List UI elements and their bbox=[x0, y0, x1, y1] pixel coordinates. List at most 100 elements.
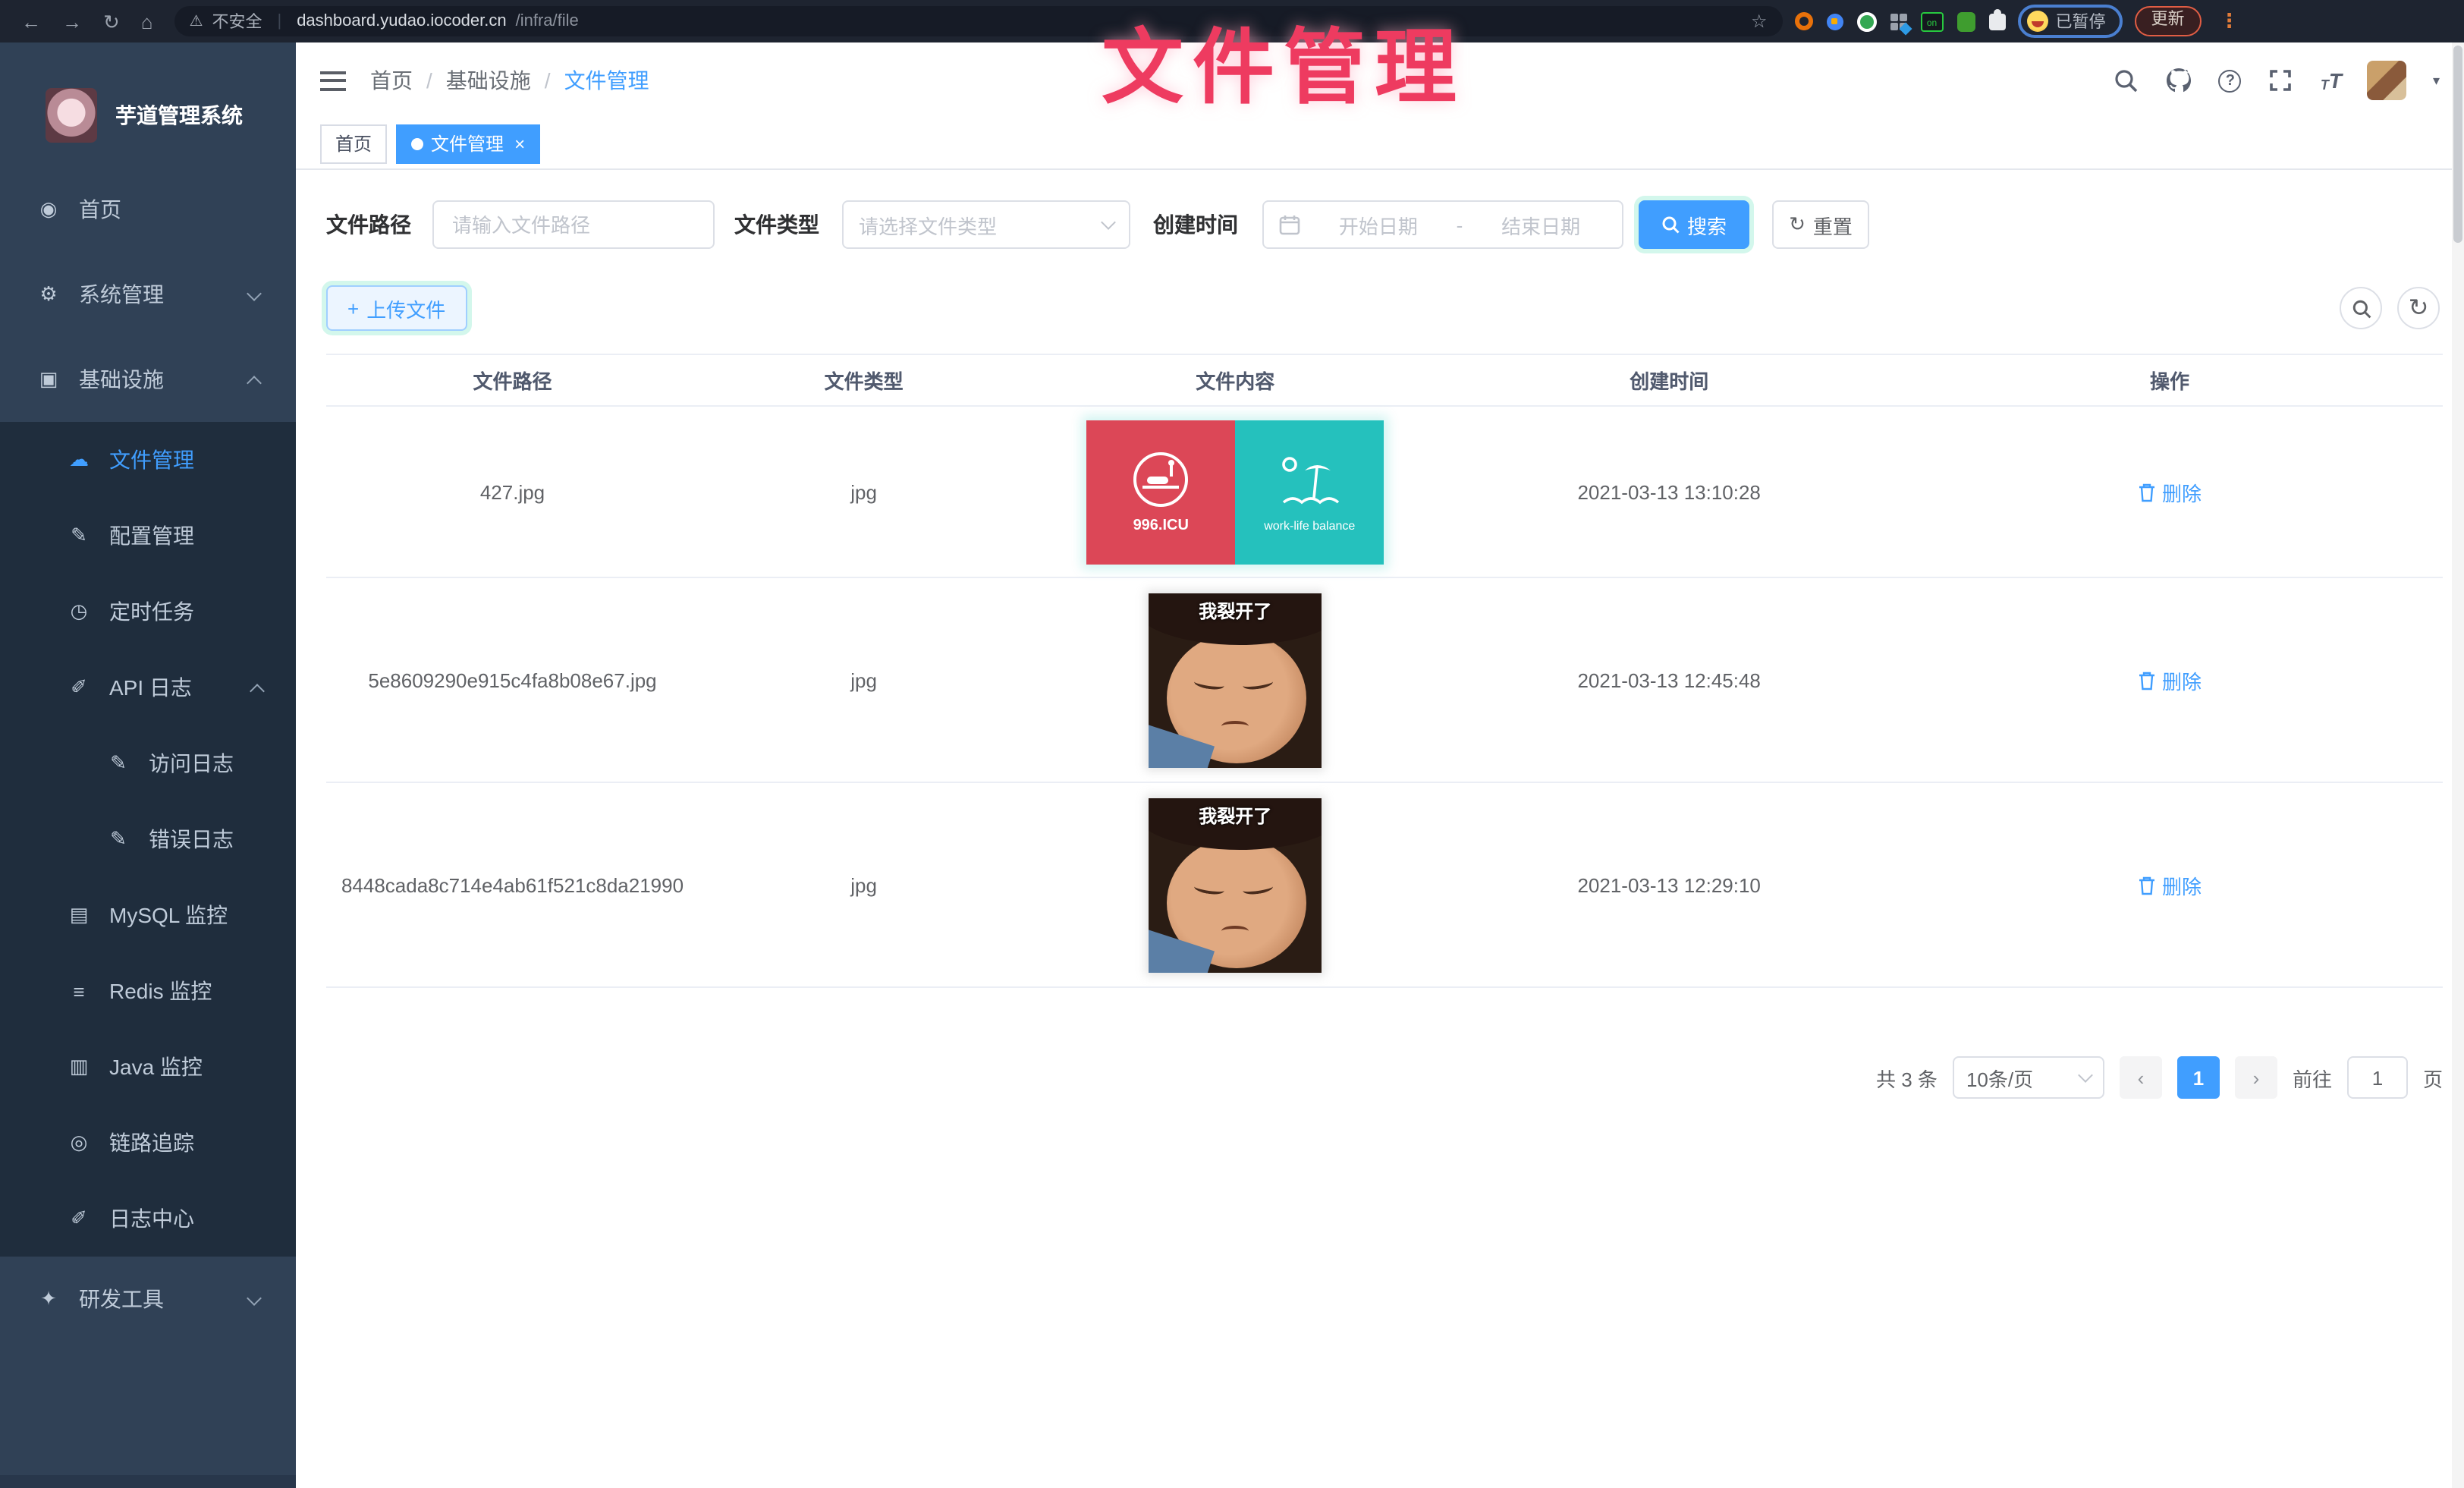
file-preview-image[interactable]: 我裂开了 bbox=[1149, 797, 1322, 972]
next-page-button[interactable]: › bbox=[2235, 1056, 2277, 1099]
user-menu-caret-icon[interactable]: ▾ bbox=[2433, 72, 2440, 89]
pagination: 共 3 条 10条/页 ‹ 1 › 前往 页 bbox=[326, 1056, 2443, 1099]
tag-home[interactable]: 首页 bbox=[320, 124, 387, 163]
page-size-value: 10条/页 bbox=[1966, 1063, 2033, 1092]
extension-on-icon[interactable]: on bbox=[1921, 11, 1944, 31]
home-icon[interactable]: ⌂ bbox=[141, 11, 153, 31]
sidebar-item-java-monitor[interactable]: ▥ Java 监控 bbox=[0, 1029, 296, 1105]
log-document-icon: ✎ bbox=[106, 827, 130, 851]
forward-icon[interactable]: → bbox=[62, 11, 82, 31]
file-path-cell: 427.jpg bbox=[326, 480, 699, 503]
file-type-cell: jpg bbox=[699, 668, 1029, 691]
goto-label: 前往 bbox=[2293, 1063, 2332, 1092]
goto-page-input[interactable] bbox=[2347, 1056, 2408, 1099]
extension-icon[interactable] bbox=[1957, 11, 1975, 31]
banner-right-caption: work-life balance bbox=[1264, 518, 1355, 532]
sidebar-item-system-management[interactable]: ⚙ 系统管理 bbox=[0, 252, 296, 337]
log-document-icon: ✎ bbox=[106, 751, 130, 775]
delete-button[interactable]: 删除 bbox=[2138, 477, 2202, 506]
date-range-picker[interactable]: 开始日期 - 结束日期 bbox=[1262, 200, 1623, 249]
refresh-icon: ↻ bbox=[2409, 293, 2429, 323]
prev-page-button[interactable]: ‹ bbox=[2120, 1056, 2162, 1099]
browser-menu-icon[interactable]: ⋮ bbox=[2214, 9, 2246, 33]
extension-icon[interactable] bbox=[1795, 12, 1813, 30]
delete-button[interactable]: 删除 bbox=[2138, 870, 2202, 899]
file-preview-image[interactable]: 我裂开了 bbox=[1149, 593, 1322, 767]
sidebar-item-api-logs[interactable]: ✐ API 日志 bbox=[0, 650, 296, 725]
banner-996-panel: 996.ICU bbox=[1086, 420, 1235, 564]
user-avatar[interactable] bbox=[2368, 61, 2407, 100]
end-date-placeholder[interactable]: 结束日期 bbox=[1475, 210, 1607, 239]
file-type-select[interactable]: 请选择文件类型 bbox=[842, 200, 1130, 249]
sidebar-item-file-management[interactable]: ☁ 文件管理 bbox=[0, 422, 296, 498]
toolbox-icon: ✦ bbox=[36, 1287, 61, 1311]
close-icon[interactable]: × bbox=[514, 133, 525, 154]
table-row: 8448cada8c714e4ab61f521c8da21990 jpg 我裂开… bbox=[326, 783, 2443, 988]
search-icon bbox=[1661, 215, 1680, 234]
sidebar-item-config-management[interactable]: ✎ 配置管理 bbox=[0, 498, 296, 574]
search-button-label: 搜索 bbox=[1687, 210, 1727, 239]
address-bar[interactable]: ⚠ 不安全 | dashboard.yudao.iocoder.cn/infra… bbox=[174, 6, 1783, 36]
browser-update-button[interactable]: 更新 bbox=[2135, 7, 2202, 36]
back-icon[interactable]: ← bbox=[21, 11, 41, 31]
sidebar-item-scheduled-jobs[interactable]: ◷ 定时任务 bbox=[0, 574, 296, 650]
file-path-input[interactable] bbox=[452, 213, 695, 236]
breadcrumb-infrastructure[interactable]: 基础设施 bbox=[446, 65, 531, 96]
search-button[interactable]: 搜索 bbox=[1639, 200, 1749, 249]
table-tools: ↻ bbox=[2340, 287, 2440, 329]
extension-icon[interactable] bbox=[1890, 13, 1907, 30]
page-size-select[interactable]: 10条/页 bbox=[1953, 1056, 2104, 1099]
scrollbar-thumb[interactable] bbox=[2453, 46, 2462, 243]
breadcrumb-home[interactable]: 首页 bbox=[370, 65, 413, 96]
tag-file-management[interactable]: 文件管理 × bbox=[396, 124, 540, 163]
tag-label: 首页 bbox=[335, 131, 372, 156]
reload-icon[interactable]: ↻ bbox=[103, 11, 120, 31]
toggle-search-button[interactable] bbox=[2340, 287, 2382, 329]
table-row: 427.jpg jpg bbox=[326, 407, 2443, 578]
gear-icon: ⚙ bbox=[36, 282, 61, 307]
sidebar-item-home[interactable]: ◉ 首页 bbox=[0, 167, 296, 252]
created-time-cell: 2021-03-13 12:45:48 bbox=[1441, 668, 1897, 691]
sidebar-item-redis-monitor[interactable]: ≡ Redis 监控 bbox=[0, 953, 296, 1029]
font-size-icon[interactable]: TT bbox=[2321, 68, 2342, 93]
refresh-table-button[interactable]: ↻ bbox=[2397, 287, 2440, 329]
reset-button[interactable]: ↻ 重置 bbox=[1772, 200, 1869, 249]
window-scrollbar[interactable] bbox=[2452, 42, 2464, 1488]
sidebar-item-log-center[interactable]: ✐ 日志中心 bbox=[0, 1181, 296, 1257]
extension-icon[interactable] bbox=[1857, 11, 1877, 31]
extension-icon[interactable] bbox=[1827, 13, 1843, 30]
sidebar-item-label: 研发工具 bbox=[79, 1284, 164, 1314]
sidebar-item-infrastructure[interactable]: ▣ 基础设施 bbox=[0, 337, 296, 422]
sidebar-item-access-logs[interactable]: ✎ 访问日志 bbox=[0, 725, 296, 801]
sidebar-item-label: 定时任务 bbox=[109, 596, 194, 627]
table-header: 文件路径 文件类型 文件内容 创建时间 操作 bbox=[326, 354, 2443, 407]
github-icon[interactable] bbox=[2166, 67, 2193, 94]
sidebar-item-mysql-monitor[interactable]: ▤ MySQL 监控 bbox=[0, 877, 296, 953]
current-page-button[interactable]: 1 bbox=[2177, 1056, 2220, 1099]
tag-label: 文件管理 bbox=[431, 131, 504, 156]
sidebar-item-error-logs[interactable]: ✎ 错误日志 bbox=[0, 801, 296, 877]
puzzle-extensions-icon[interactable] bbox=[1989, 13, 2006, 30]
delete-button[interactable]: 删除 bbox=[2138, 665, 2202, 694]
start-date-placeholder[interactable]: 开始日期 bbox=[1312, 210, 1444, 239]
upload-file-button[interactable]: + 上传文件 bbox=[326, 285, 467, 331]
hamburger-icon[interactable] bbox=[320, 71, 346, 90]
monitor-icon: ▣ bbox=[36, 367, 61, 392]
search-icon[interactable] bbox=[2113, 67, 2140, 94]
clock-icon: ◷ bbox=[67, 599, 91, 624]
upload-button-label: 上传文件 bbox=[366, 294, 445, 322]
browser-profile-chip[interactable]: 已暂停 bbox=[2018, 5, 2123, 38]
extension-toolbar: on bbox=[1795, 11, 2006, 31]
chevron-down-icon bbox=[247, 1291, 262, 1306]
browser-nav: ← → ↻ ⌂ bbox=[12, 11, 162, 31]
sidebar-item-dev-tools[interactable]: ✦ 研发工具 bbox=[0, 1257, 296, 1342]
bookmark-star-icon[interactable]: ☆ bbox=[1751, 11, 1768, 32]
fullscreen-icon[interactable] bbox=[2268, 67, 2295, 94]
date-separator: - bbox=[1457, 213, 1463, 236]
tags-view: 首页 文件管理 × bbox=[296, 118, 2464, 170]
sidebar-item-label: 配置管理 bbox=[109, 521, 194, 551]
security-label[interactable]: 不安全 bbox=[212, 9, 262, 33]
help-icon[interactable]: ? bbox=[2219, 69, 2242, 92]
sidebar-item-tracing[interactable]: ◎ 链路追踪 bbox=[0, 1105, 296, 1181]
file-preview-image[interactable]: 996.ICU work-life balance bbox=[1086, 420, 1384, 564]
